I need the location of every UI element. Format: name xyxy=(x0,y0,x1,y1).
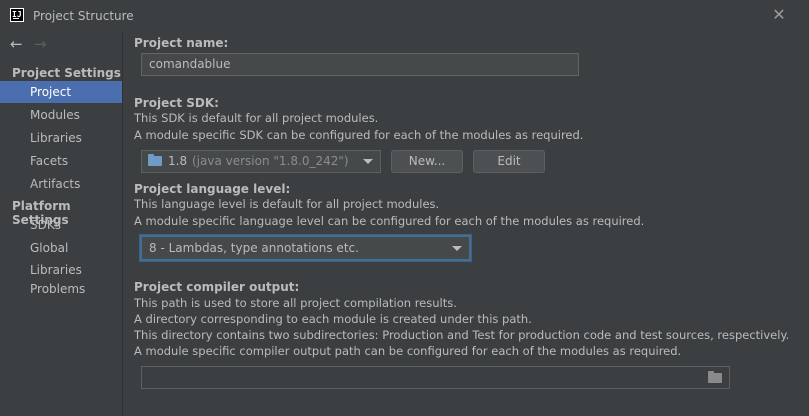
sdk-description-2: A module specific SDK can be configured … xyxy=(134,128,584,142)
language-level-select[interactable]: 8 - Lambdas, type annotations etc. xyxy=(140,235,471,261)
sidebar-item-facets[interactable]: Facets xyxy=(0,150,122,172)
new-sdk-button[interactable]: New... xyxy=(391,150,463,173)
compiler-output-input[interactable] xyxy=(141,366,730,389)
language-level-value: 8 - Lambdas, type annotations etc. xyxy=(149,241,359,255)
language-level-description-1: This language level is default for all p… xyxy=(134,197,440,211)
window-title: Project Structure xyxy=(33,9,134,23)
title-bar: IJ Project Structure ✕ xyxy=(0,0,809,32)
project-name-input[interactable]: comandablue xyxy=(141,53,579,76)
forward-arrow-icon[interactable]: → xyxy=(34,34,52,54)
folder-icon xyxy=(148,154,162,166)
language-level-label: Project language level: xyxy=(134,182,291,196)
compiler-output-description-3: This directory contains two subdirectori… xyxy=(134,328,790,342)
close-icon[interactable]: ✕ xyxy=(770,6,788,24)
sidebar-item-sdks[interactable]: SDKs xyxy=(0,214,122,236)
compiler-output-description-2: A directory corresponding to each module… xyxy=(134,312,532,326)
compiler-output-description-4: A module specific compiler output path c… xyxy=(134,344,682,358)
sdk-select[interactable]: 1.8 (java version "1.8.0_242") xyxy=(141,150,381,173)
sidebar-item-artifacts[interactable]: Artifacts xyxy=(0,173,122,195)
sidebar-item-global-libraries[interactable]: Global Libraries xyxy=(0,237,122,277)
sidebar-item-libraries[interactable]: Libraries xyxy=(0,127,122,149)
project-sdk-label: Project SDK: xyxy=(134,96,219,110)
sidebar: ← → Project Settings Project Modules Libr… xyxy=(0,32,123,416)
nav-arrows: ← → xyxy=(10,34,52,54)
sidebar-item-project[interactable]: Project xyxy=(0,81,122,103)
sdk-description-1: This SDK is default for all project modu… xyxy=(134,111,379,125)
chevron-down-icon xyxy=(363,159,373,164)
language-level-description-2: A module specific language level can be … xyxy=(134,214,645,228)
project-name-label: Project name: xyxy=(134,36,229,50)
sidebar-item-modules[interactable]: Modules xyxy=(0,104,122,126)
edit-sdk-button[interactable]: Edit xyxy=(473,150,545,173)
sdk-version: 1.8 xyxy=(168,154,188,168)
project-settings-panel: Project name: comandablue Project SDK: T… xyxy=(124,32,809,416)
app-logo-icon: IJ xyxy=(10,8,24,22)
sidebar-item-problems[interactable]: Problems xyxy=(0,278,122,300)
back-arrow-icon[interactable]: ← xyxy=(10,34,28,54)
chevron-down-icon xyxy=(452,246,462,251)
compiler-output-label: Project compiler output: xyxy=(134,280,300,294)
section-header-project-settings: Project Settings xyxy=(12,66,121,80)
sdk-version-detail: (java version "1.8.0_242") xyxy=(192,154,349,168)
folder-browse-icon[interactable] xyxy=(708,371,722,383)
compiler-output-description-1: This path is used to store all project c… xyxy=(134,296,457,310)
